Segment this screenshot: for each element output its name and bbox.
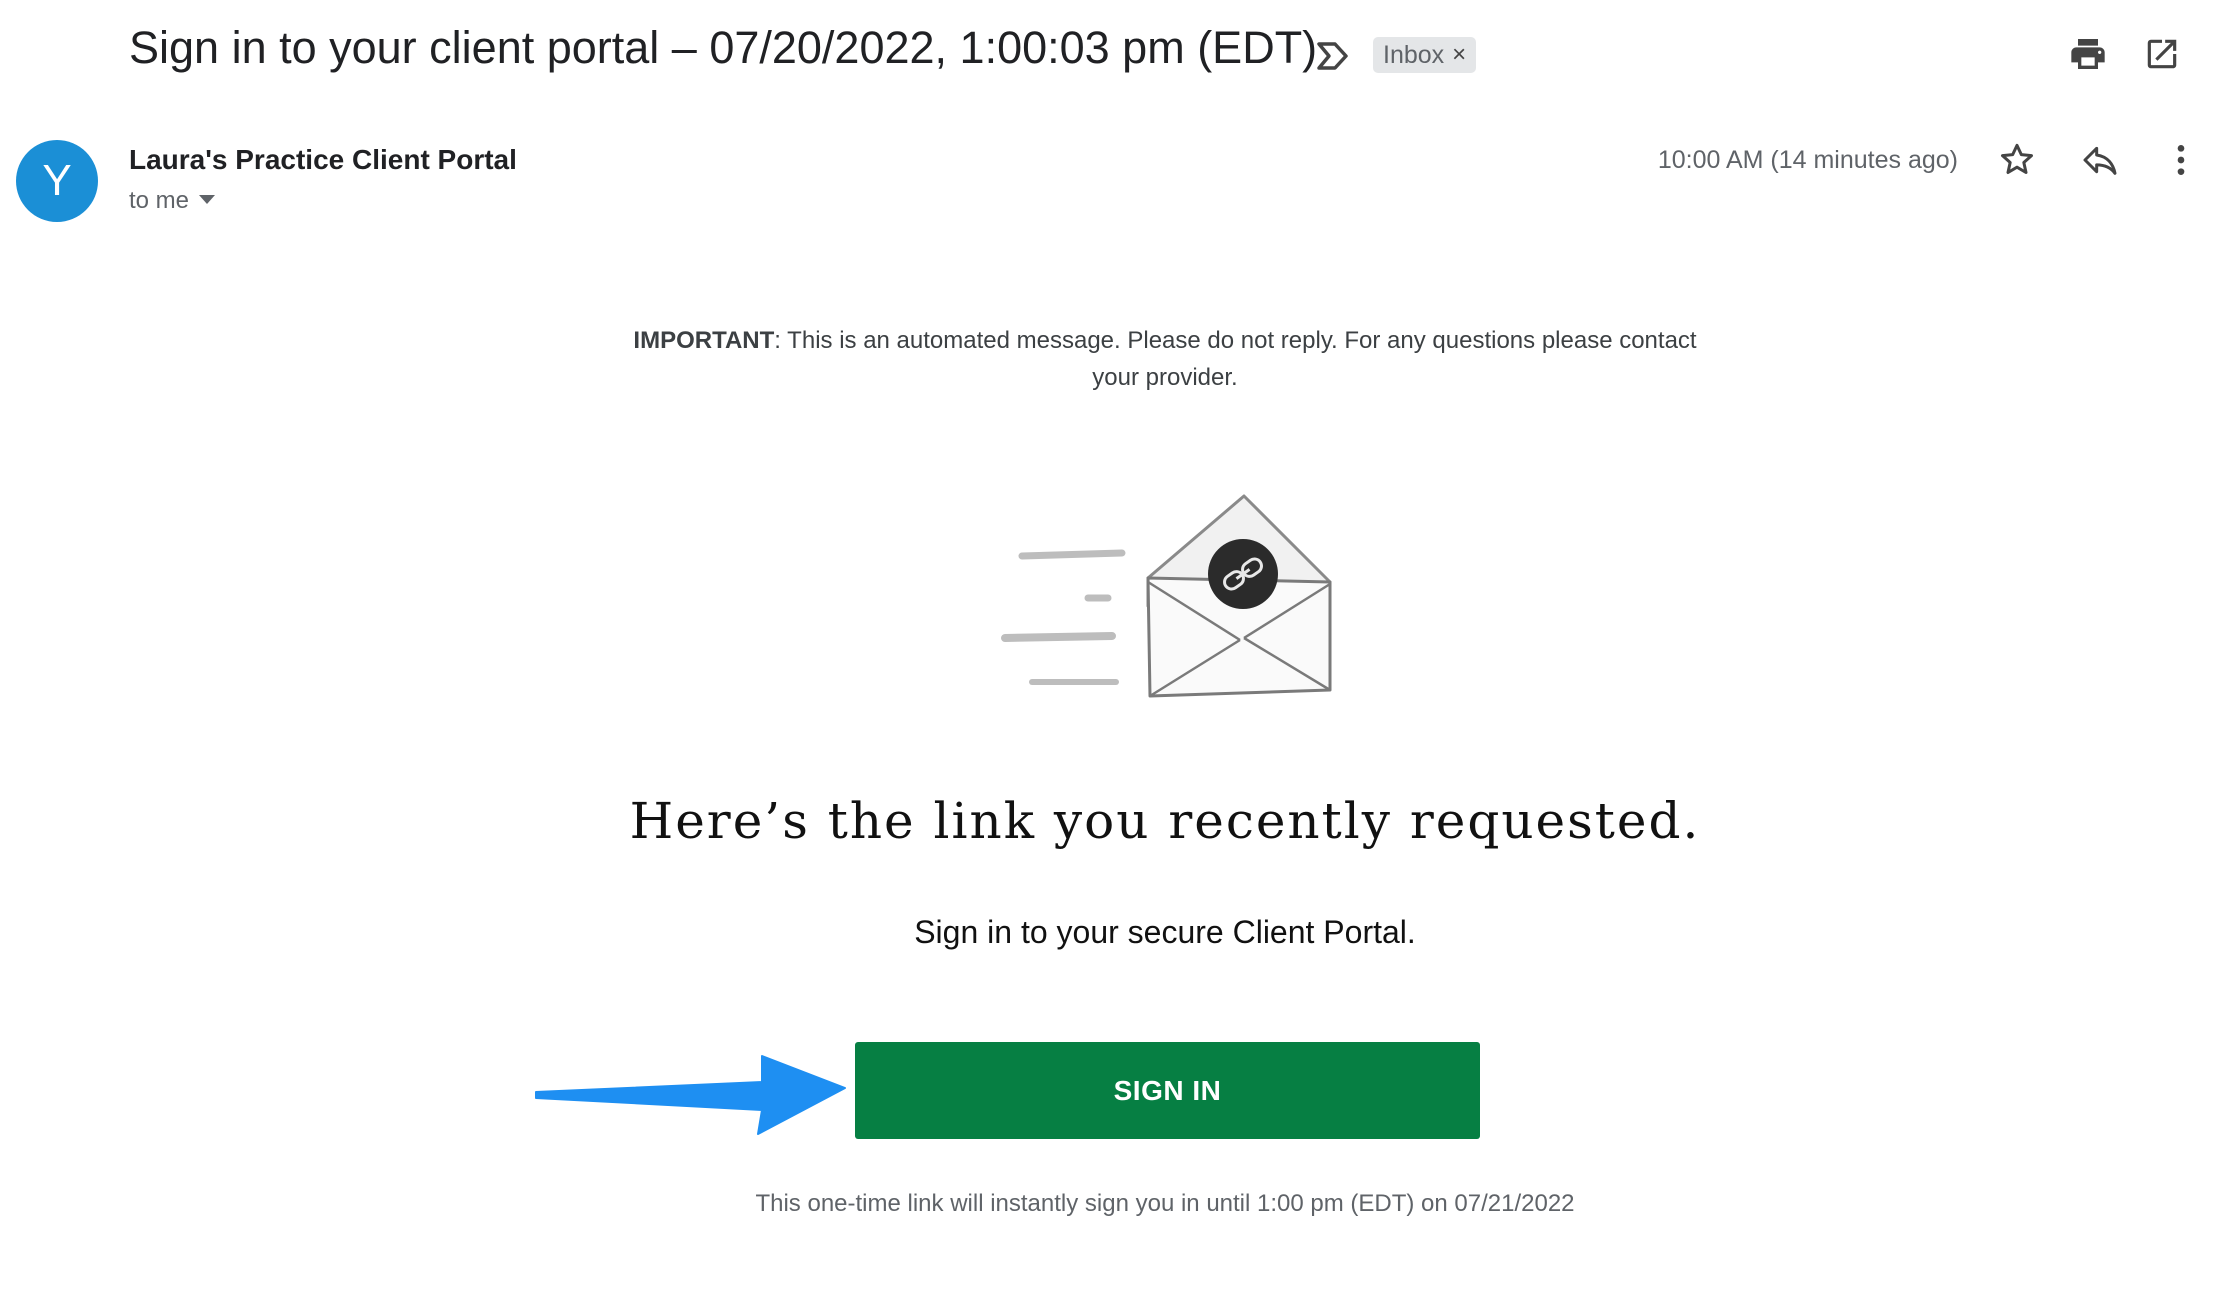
remove-label-button[interactable]: × xyxy=(1452,37,1466,73)
reply-button[interactable] xyxy=(2076,138,2124,186)
email-body: IMPORTANT: This is an automated message.… xyxy=(0,300,2238,1250)
open-in-new-window-button[interactable] xyxy=(2138,32,2186,80)
email-subject: Sign in to your client portal – 07/20/20… xyxy=(129,22,1318,73)
star-button[interactable] xyxy=(1993,138,2041,186)
print-button[interactable] xyxy=(2064,32,2112,80)
sign-in-button[interactable]: SIGN IN xyxy=(855,1042,1480,1139)
sender-name: Laura's Practice Client Portal xyxy=(129,144,517,175)
headline: Here’s the link you recently requested. xyxy=(629,792,1701,850)
subheadline: Sign in to your secure Client Portal. xyxy=(914,914,1416,950)
email-header: Sign in to your client portal – 07/20/20… xyxy=(0,0,2238,110)
more-vert-icon xyxy=(2161,140,2201,185)
link-expiry-note: This one-time link will instantly sign y… xyxy=(755,1190,1575,1217)
important-label: IMPORTANT xyxy=(633,327,775,354)
email-timestamp: 10:00 AM (14 minutes ago) xyxy=(1657,146,1958,174)
inbox-label-text: Inbox xyxy=(1383,41,1445,69)
recipient-text: to me xyxy=(129,187,190,214)
label-important-icon[interactable] xyxy=(1316,36,1350,76)
automated-message-notice: IMPORTANT: This is an automated message.… xyxy=(620,322,1710,396)
caret-down-icon xyxy=(199,195,216,205)
recipient-details-toggle[interactable]: to me xyxy=(129,187,216,215)
reply-icon xyxy=(2080,140,2120,185)
sender-avatar: Y xyxy=(16,140,98,222)
envelope-link-icon xyxy=(990,490,1350,720)
arrow-right-icon xyxy=(532,1048,850,1138)
star-icon xyxy=(1997,140,2037,185)
more-options-button[interactable] xyxy=(2157,138,2205,186)
print-icon xyxy=(2068,34,2108,79)
important-text: : This is an automated message. Please d… xyxy=(774,327,1697,391)
inbox-label-chip[interactable]: Inbox × xyxy=(1373,37,1477,73)
open-in-new-window-icon xyxy=(2143,35,2181,78)
